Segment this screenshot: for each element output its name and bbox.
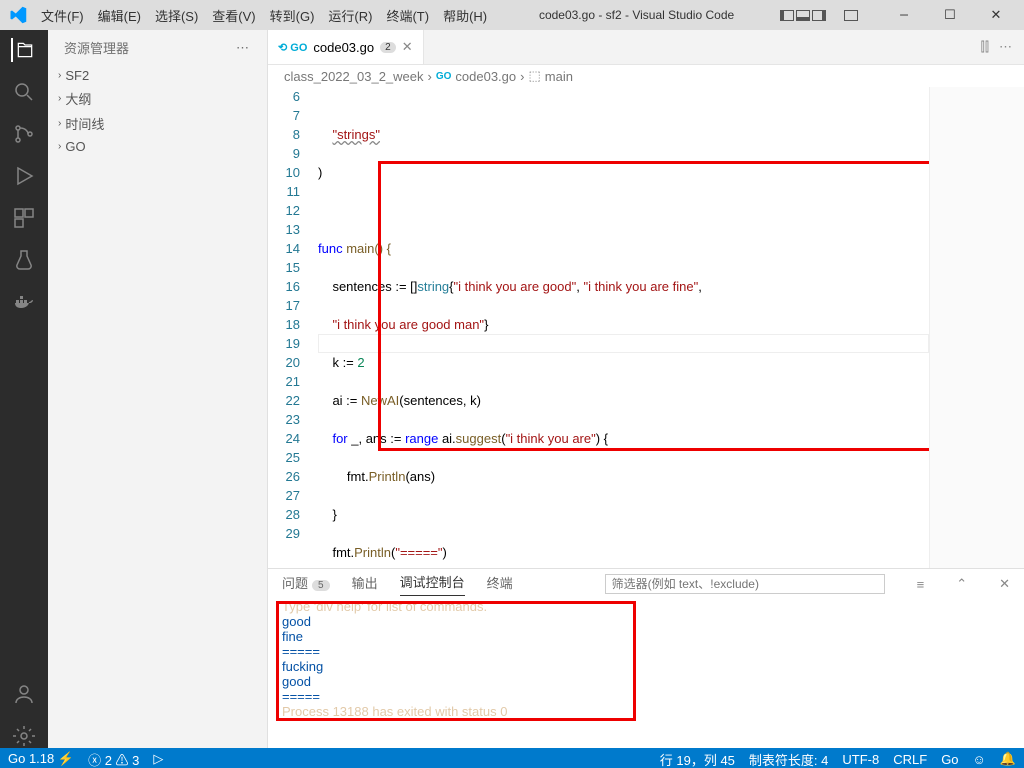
tab-label: code03.go [313, 40, 374, 55]
tab-close-icon[interactable]: ✕ [402, 39, 413, 55]
menu-edit[interactable]: 编辑(E) [92, 2, 147, 29]
close-button[interactable]: ✕ [976, 4, 1016, 27]
menu-goto[interactable]: 转到(G) [264, 2, 321, 29]
main-area: ⟲ GO code03.go 2 ✕ ⫿⫿ ⋯ class_2022_03_2_… [268, 30, 1024, 748]
extensions-icon[interactable] [12, 206, 36, 230]
code-content[interactable]: "strings" ) func main() { sentences := [… [318, 87, 929, 568]
docker-icon[interactable] [12, 290, 36, 314]
status-language[interactable]: Go [941, 752, 958, 767]
explorer-icon[interactable] [11, 38, 35, 62]
sidebar-header: 资源管理器 ⋯ [48, 30, 267, 65]
go-file-icon: ⟲ GO [278, 41, 307, 54]
panel-close-icon[interactable]: ✕ [999, 576, 1010, 592]
window-title: code03.go - sf2 - Visual Studio Code [493, 8, 780, 22]
line-gutter: 6789101112131415161718192021222324252627… [268, 87, 318, 568]
panel-tab-output[interactable]: 输出 [352, 573, 378, 596]
editor-more-icon[interactable]: ⋯ [999, 39, 1012, 55]
menu-help[interactable]: 帮助(H) [437, 2, 493, 29]
titlebar: 文件(F) 编辑(E) 选择(S) 查看(V) 转到(G) 运行(R) 终端(T… [0, 0, 1024, 30]
menu-view[interactable]: 查看(V) [206, 2, 261, 29]
status-eol[interactable]: CRLF [893, 752, 927, 767]
status-feedback-icon[interactable]: ☺ [973, 752, 986, 767]
search-icon[interactable] [12, 80, 36, 104]
status-bell-icon[interactable]: 🔔 [1000, 751, 1016, 767]
panel-tab-debug[interactable]: 调试控制台 [400, 572, 465, 596]
panel-maximize-icon[interactable]: ⌃ [956, 576, 967, 592]
bottom-panel: 问题5 输出 调试控制台 终端 ≡ ⌃ ✕ Type 'dlv help' fo… [268, 568, 1024, 748]
symbol-icon: ⬚ [528, 68, 540, 84]
tab-code03[interactable]: ⟲ GO code03.go 2 ✕ [268, 30, 424, 64]
sidebar-item-sf2[interactable]: ›SF2 [48, 65, 267, 86]
status-debug-icon[interactable]: ▷ [153, 751, 163, 767]
maximize-button[interactable]: ☐ [930, 4, 970, 27]
run-debug-icon[interactable] [12, 164, 36, 188]
activity-bar [0, 30, 48, 748]
debug-console[interactable]: Type 'dlv help' for list of commands. go… [268, 599, 1024, 748]
status-problems[interactable]: ⓧ 2 ⚠ 3 [88, 750, 139, 768]
editor-tabs: ⟲ GO code03.go 2 ✕ ⫿⫿ ⋯ [268, 30, 1024, 65]
panel-filter-input[interactable] [605, 574, 885, 594]
status-indent[interactable]: 制表符长度: 4 [749, 750, 828, 768]
menu-run[interactable]: 运行(R) [322, 2, 378, 29]
vscode-logo-icon [0, 6, 35, 24]
menu-terminal[interactable]: 终端(T) [380, 2, 435, 29]
sidebar-item-outline[interactable]: ›大纲 [48, 86, 267, 111]
breadcrumb[interactable]: class_2022_03_2_week› GOcode03.go› ⬚main [268, 65, 1024, 87]
menu-select[interactable]: 选择(S) [149, 2, 204, 29]
source-control-icon[interactable] [12, 122, 36, 146]
panel-tab-problems[interactable]: 问题5 [282, 573, 330, 596]
tab-modified-badge: 2 [380, 42, 396, 53]
sidebar: 资源管理器 ⋯ ›SF2 ›大纲 ›时间线 ›GO [48, 30, 268, 748]
go-file-icon: GO [436, 71, 452, 82]
sidebar-item-timeline[interactable]: ›时间线 [48, 111, 267, 136]
code-editor[interactable]: 6789101112131415161718192021222324252627… [268, 87, 929, 568]
minimize-button[interactable]: ─ [884, 4, 924, 27]
sidebar-more-icon[interactable]: ⋯ [236, 40, 251, 56]
layout-customize-icon[interactable] [844, 10, 858, 21]
status-bar: Go 1.18 ⚡ ⓧ 2 ⚠ 3 ▷ 行 19，列 45 制表符长度: 4 U… [0, 748, 1024, 768]
layout-controls[interactable] [780, 10, 826, 21]
status-go-version[interactable]: Go 1.18 ⚡ [8, 751, 74, 767]
account-icon[interactable] [12, 682, 36, 706]
sidebar-item-go[interactable]: ›GO [48, 136, 267, 157]
minimap[interactable] [929, 87, 1024, 568]
menu-file[interactable]: 文件(F) [35, 2, 90, 29]
panel-filter-icon[interactable]: ≡ [917, 577, 925, 592]
panel-tab-terminal[interactable]: 终端 [487, 573, 513, 596]
split-editor-icon[interactable]: ⫿⫿ [981, 39, 989, 55]
status-cursor[interactable]: 行 19，列 45 [660, 750, 735, 768]
sidebar-title: 资源管理器 [64, 38, 129, 57]
menu-bar: 文件(F) 编辑(E) 选择(S) 查看(V) 转到(G) 运行(R) 终端(T… [35, 2, 493, 29]
testing-icon[interactable] [12, 248, 36, 272]
settings-icon[interactable] [12, 724, 36, 748]
status-encoding[interactable]: UTF-8 [842, 752, 879, 767]
